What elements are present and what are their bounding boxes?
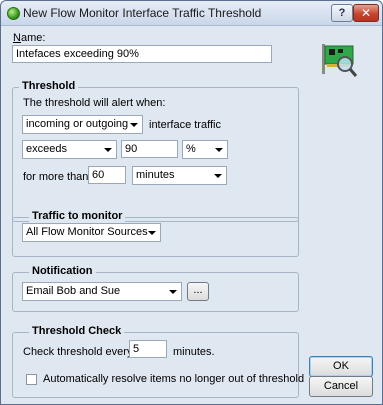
direction-value: incoming or outgoing [26,118,129,130]
chevron-down-icon [130,123,138,127]
flow-monitor-icon [7,7,20,20]
help-button[interactable]: ? [331,4,353,22]
dialog-body: Name: Intefaces exceeding 90% Threshold … [2,26,381,403]
auto-resolve-checkbox[interactable] [26,374,37,385]
cancel-button[interactable]: Cancel [309,376,373,397]
notification-group-title: Notification [29,265,96,277]
duration-unit-value: minutes [136,169,175,181]
chevron-down-icon [104,148,112,152]
chevron-down-icon [215,148,223,152]
traffic-group-title: Traffic to monitor [29,210,126,222]
amount-field[interactable]: 90 [121,140,178,158]
duration-unit-select[interactable]: minutes [132,166,227,185]
ok-button[interactable]: OK [309,356,373,377]
name-field[interactable]: Intefaces exceeding 90% [12,45,272,63]
unit-value: % [186,143,196,155]
window-title: New Flow Monitor Interface Traffic Thres… [23,6,262,20]
chevron-down-icon [214,174,222,178]
chevron-down-icon [148,231,156,235]
title-bar[interactable]: New Flow Monitor Interface Traffic Thres… [1,1,382,26]
interface-traffic-text: interface traffic [149,119,221,131]
traffic-source-value: All Flow Monitor Sources [26,226,148,238]
notification-browse-button[interactable]: ... [187,282,209,301]
notification-value: Email Bob and Sue [26,285,121,297]
dialog-window: New Flow Monitor Interface Traffic Thres… [0,0,383,405]
unit-select[interactable]: % [182,140,228,159]
network-card-magnifier-icon [322,44,358,77]
threshold-check-group-title: Threshold Check [29,325,125,337]
threshold-alert-text: The threshold will alert when: [23,97,166,109]
direction-select[interactable]: incoming or outgoing [22,115,143,134]
auto-resolve-label[interactable]: Automatically resolve items no longer ou… [43,373,304,385]
close-icon: ✕ [360,6,372,20]
duration-field[interactable]: 60 [88,166,126,184]
check-threshold-text: Check threshold every [23,346,133,358]
for-more-than-text: for more than [23,171,89,183]
chevron-down-icon [169,290,177,294]
check-interval-field[interactable]: 5 [129,340,167,358]
traffic-source-select[interactable]: All Flow Monitor Sources [22,223,161,242]
notification-select[interactable]: Email Bob and Sue [22,282,182,301]
close-button[interactable]: ✕ [353,4,379,22]
threshold-group-title: Threshold [19,80,79,92]
minutes-text: minutes. [173,346,215,358]
comparison-value: exceeds [26,143,67,155]
name-label: Name: [13,32,46,44]
name-label-rest: ame: [20,32,46,44]
comparison-select[interactable]: exceeds [22,140,117,159]
